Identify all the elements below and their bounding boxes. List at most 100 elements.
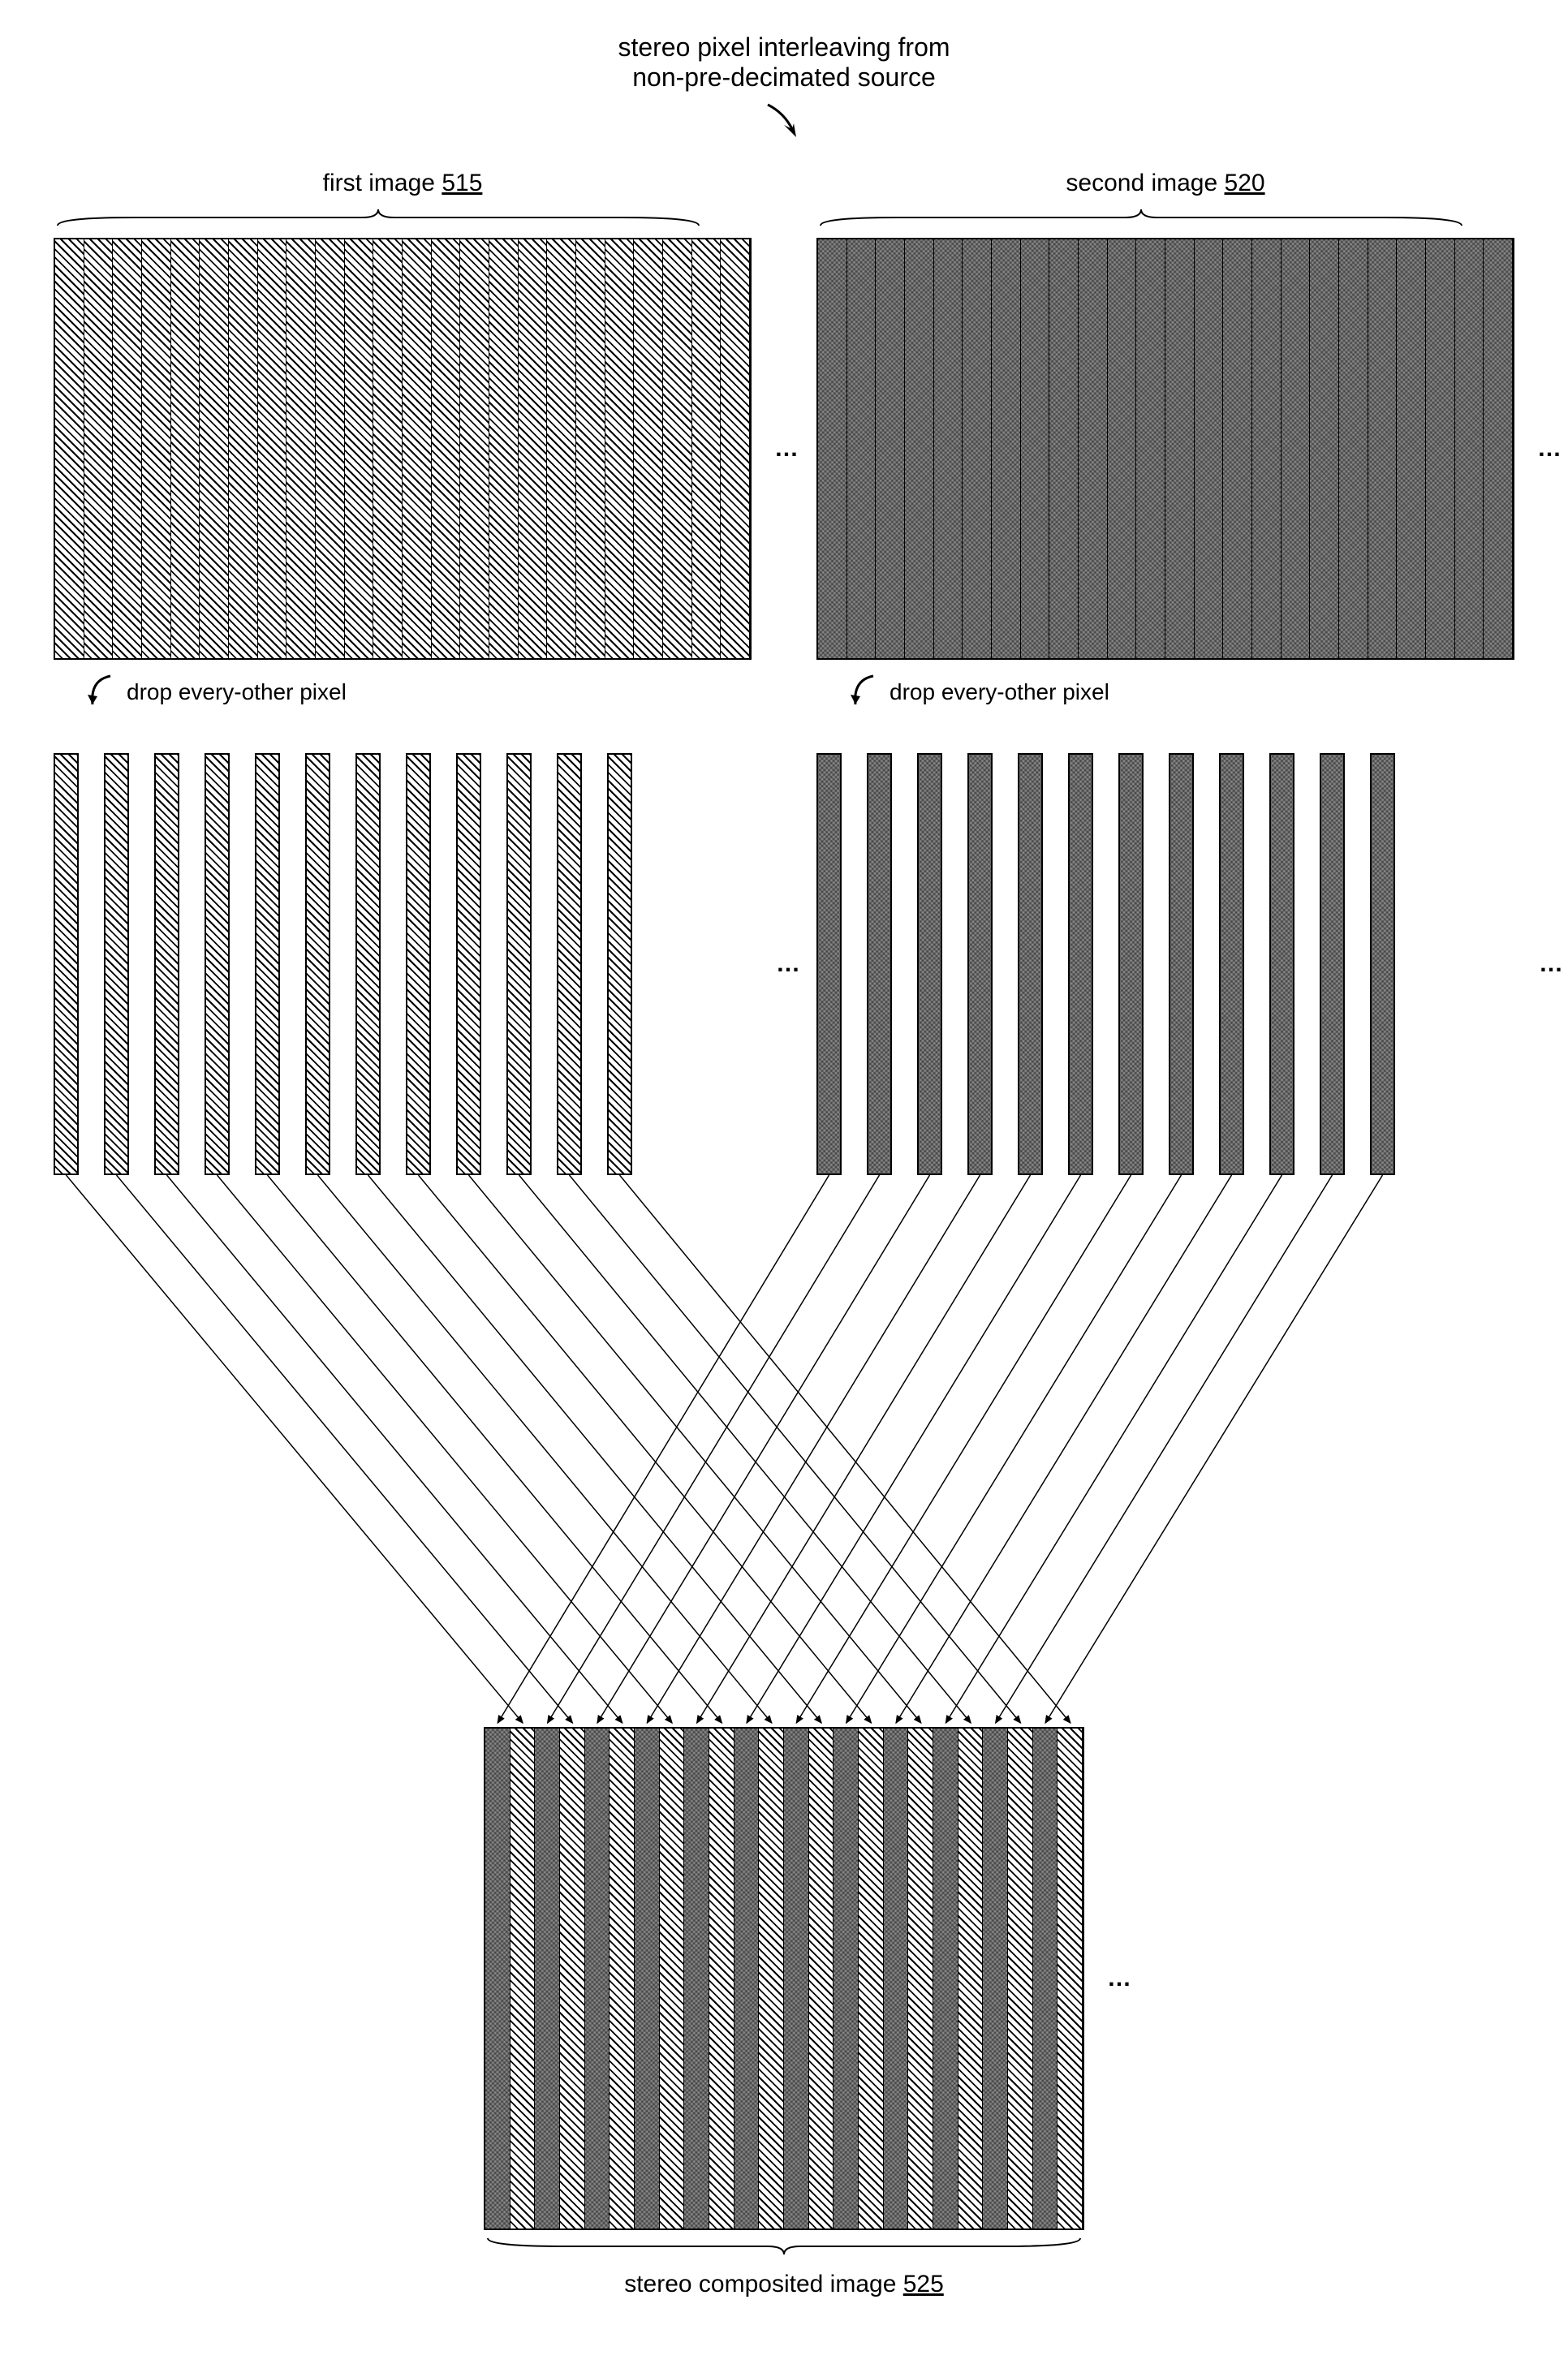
pixel-column bbox=[316, 239, 345, 658]
brace-icon bbox=[54, 205, 752, 230]
drop-label-right: drop every-other pixel bbox=[849, 672, 1514, 713]
sparse-column bbox=[456, 753, 481, 1175]
pixel-column bbox=[663, 239, 692, 658]
interleaved-column bbox=[1033, 1729, 1058, 2228]
final-image-box: … bbox=[484, 1727, 1084, 2230]
curve-down-arrow-icon bbox=[849, 672, 881, 713]
convergence-lines bbox=[54, 1175, 1514, 1727]
interleaved-column bbox=[1008, 1729, 1033, 2228]
pixel-column bbox=[963, 239, 992, 658]
interleaved-column bbox=[908, 1729, 933, 2228]
sparse-column bbox=[506, 753, 532, 1175]
pixel-column bbox=[113, 239, 142, 658]
pixel-column bbox=[876, 239, 905, 658]
interleaved-column bbox=[983, 1729, 1008, 2228]
ellipsis-icon: … bbox=[774, 435, 799, 463]
interleaved-column bbox=[684, 1729, 709, 2228]
sparse-column bbox=[607, 753, 632, 1175]
first-image-label: first image 515 bbox=[54, 170, 752, 197]
pixel-column bbox=[1021, 239, 1050, 658]
final-ref: 525 bbox=[903, 2271, 944, 2297]
diagram-title: stereo pixel interleaving from non-pre-d… bbox=[54, 32, 1514, 93]
curve-down-arrow-icon bbox=[86, 672, 118, 713]
interleaved-column bbox=[784, 1729, 809, 2228]
drop-label-left: drop every-other pixel bbox=[86, 672, 752, 713]
pixel-column bbox=[258, 239, 287, 658]
sparse-column bbox=[1068, 753, 1093, 1175]
pixel-column bbox=[1223, 239, 1252, 658]
pixel-column bbox=[1310, 239, 1339, 658]
pixel-column bbox=[605, 239, 635, 658]
sparse-column bbox=[104, 753, 129, 1175]
pixel-column bbox=[229, 239, 258, 658]
final-label: stereo composited image 525 bbox=[484, 2271, 1084, 2298]
title-line2: non-pre-decimated source bbox=[632, 62, 936, 92]
ellipsis-icon: … bbox=[776, 950, 800, 978]
interleaved-column bbox=[834, 1729, 859, 2228]
pixel-column bbox=[1426, 239, 1455, 658]
sparse-column bbox=[1320, 753, 1345, 1175]
sparse-left: … bbox=[54, 753, 752, 1175]
pixel-column bbox=[1339, 239, 1368, 658]
pixel-column bbox=[432, 239, 461, 658]
ellipsis-icon: … bbox=[1537, 435, 1562, 463]
sparse-column bbox=[1169, 753, 1194, 1175]
decimated-row: … … bbox=[54, 753, 1514, 1175]
interleaved-column bbox=[660, 1729, 685, 2228]
sparse-column bbox=[154, 753, 179, 1175]
pixel-column bbox=[547, 239, 576, 658]
pixel-column bbox=[992, 239, 1021, 658]
first-image-box: … bbox=[54, 238, 752, 660]
interleaved-column bbox=[485, 1729, 510, 2228]
pixel-column bbox=[1136, 239, 1165, 658]
diagram-container: stereo pixel interleaving from non-pre-d… bbox=[54, 32, 1514, 2298]
interleaved-column bbox=[510, 1729, 536, 2228]
interleaved-column bbox=[759, 1729, 784, 2228]
interleaved-column bbox=[884, 1729, 909, 2228]
sparse-column bbox=[305, 753, 330, 1175]
pixel-column bbox=[489, 239, 519, 658]
sparse-column bbox=[1018, 753, 1043, 1175]
second-image-label: second image 520 bbox=[816, 170, 1514, 197]
sparse-column bbox=[205, 753, 230, 1175]
ellipsis-icon: … bbox=[1107, 1965, 1131, 1992]
pixel-column bbox=[934, 239, 963, 658]
first-image-group: first image 515 … drop every-other pixel bbox=[54, 170, 752, 729]
pixel-column bbox=[818, 239, 847, 658]
pixel-column bbox=[200, 239, 229, 658]
pixel-column bbox=[692, 239, 722, 658]
sparse-column bbox=[967, 753, 993, 1175]
pixel-column bbox=[1484, 239, 1513, 658]
interleaved-column bbox=[585, 1729, 610, 2228]
interleaved-column bbox=[610, 1729, 635, 2228]
pixel-column bbox=[519, 239, 548, 658]
sparse-column bbox=[917, 753, 942, 1175]
interleaved-column bbox=[809, 1729, 834, 2228]
pixel-column bbox=[55, 239, 84, 658]
pixel-column bbox=[721, 239, 750, 658]
second-image-ref: 520 bbox=[1225, 170, 1265, 196]
pixel-column bbox=[1397, 239, 1426, 658]
interleaved-column bbox=[933, 1729, 958, 2228]
source-images-row: first image 515 … drop every-other pixel… bbox=[54, 170, 1514, 729]
pixel-column bbox=[634, 239, 663, 658]
pixel-column bbox=[847, 239, 877, 658]
sparse-column bbox=[557, 753, 582, 1175]
pixel-column bbox=[142, 239, 171, 658]
sparse-column bbox=[867, 753, 892, 1175]
sparse-column bbox=[54, 753, 79, 1175]
pixel-column bbox=[345, 239, 374, 658]
pixel-column bbox=[286, 239, 316, 658]
title-arrow bbox=[54, 101, 1514, 145]
pixel-column bbox=[1108, 239, 1137, 658]
brace-icon bbox=[484, 2234, 1084, 2259]
pixel-column bbox=[403, 239, 432, 658]
pixel-column bbox=[84, 239, 114, 658]
sparse-column bbox=[1118, 753, 1144, 1175]
pixel-column bbox=[576, 239, 605, 658]
pixel-column bbox=[460, 239, 489, 658]
pixel-column bbox=[1282, 239, 1311, 658]
second-image-box: … bbox=[816, 238, 1514, 660]
pixel-column bbox=[1368, 239, 1398, 658]
interleaved-column bbox=[734, 1729, 760, 2228]
